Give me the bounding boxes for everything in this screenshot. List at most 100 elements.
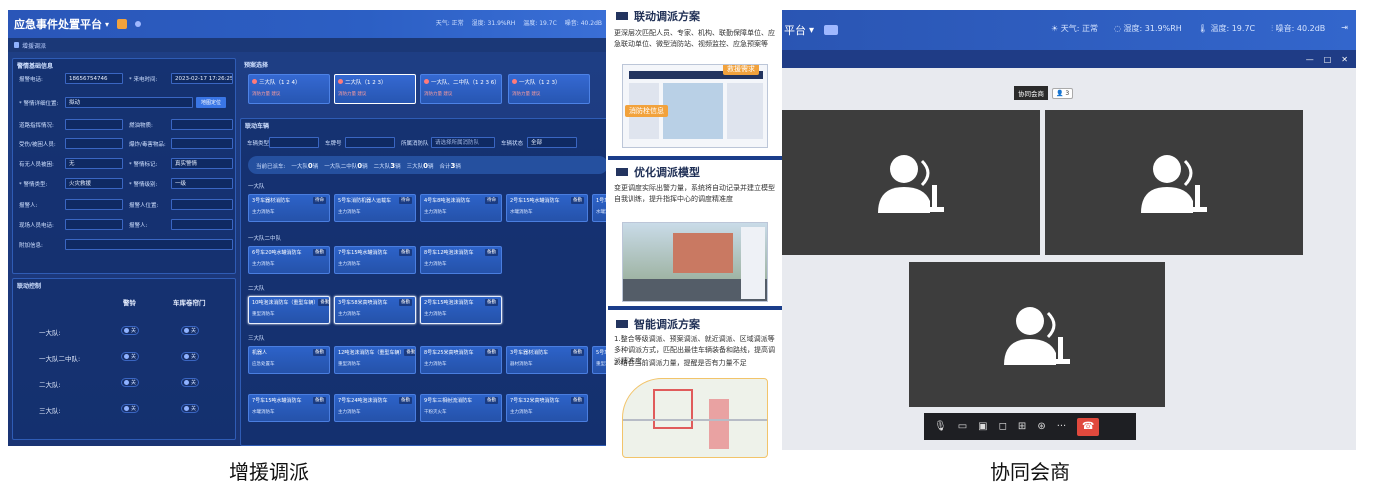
vehicle-card[interactable]: 9号车三相射流消防车 备勤 干粉灭火车	[420, 394, 502, 422]
toggle-label: 关	[131, 406, 137, 412]
vehicle-card[interactable]: 1号车5吨水水罐消防车	[592, 194, 606, 222]
team-label: 三大队	[248, 336, 265, 342]
status-select[interactable]: 全部	[527, 137, 577, 148]
vehicle-card[interactable]: 3号车器材消防车 待命 主力消防车	[248, 194, 330, 222]
plan-card[interactable]: 一大队（1 2 3） 消防力量 建议	[508, 74, 590, 104]
vehicle-card[interactable]: 2号车15吨水罐消防车 备勤 水罐消防车	[506, 194, 588, 222]
vehicle-card[interactable]: 3号车58米高喷消防车 备勤 主力消防车	[334, 296, 416, 324]
video-tile[interactable]	[1045, 110, 1303, 255]
vehicle-card[interactable]: 7号车15吨水罐消防车 备勤 水罐消防车	[248, 394, 330, 422]
plan-card[interactable]: 一大队、二中队（1 2 3 6） 消防力量 建议	[420, 74, 502, 104]
text-field[interactable]	[171, 199, 233, 210]
vehicle-name: 机器人	[252, 350, 268, 356]
vehicle-card[interactable]: 8号车25米高喷消防车 备勤 主力消防车	[420, 346, 502, 374]
vehicle-type: 主力消防车	[338, 210, 361, 215]
map-locate-button[interactable]: 地图定位	[196, 97, 227, 108]
shield-icon	[14, 42, 19, 48]
monitor-icon[interactable]	[824, 25, 839, 35]
maximize-button[interactable]: □	[1324, 55, 1332, 64]
alarm-toggle[interactable]: 关	[121, 378, 139, 387]
alarm-toggle[interactable]: 关	[121, 404, 139, 413]
plan-icon	[338, 79, 343, 84]
vehicle-card[interactable]: 8号车12吨泡沫消防车 备勤 主力消防车	[420, 246, 502, 274]
grid-layout-icon[interactable]: ⊞	[1018, 421, 1026, 432]
vehicle-type: 水罐消防车	[596, 210, 606, 215]
page-tab-reinforce[interactable]: 增援调派	[8, 38, 606, 52]
garage-door-toggle[interactable]: 关	[181, 326, 199, 335]
plan-card[interactable]: 三大队（1 2 4） 消防力量 建议	[248, 74, 330, 104]
video-tile[interactable]	[782, 110, 1040, 255]
vehicle-status-badge: 备勤	[571, 397, 584, 404]
vehicle-type: 主力消防车	[338, 262, 361, 267]
app-header: 应急事件处置平台 ▾ 天气: 正常 湿度: 31.9%RH 温度: 19.7C …	[8, 10, 606, 38]
team-label: 一大队	[248, 184, 265, 190]
chat-icon[interactable]: ◻	[999, 421, 1007, 432]
mic-muted-icon[interactable]: 🎙	[934, 421, 947, 432]
vehicle-card[interactable]: 5号车20吨重型消防车	[592, 346, 606, 374]
vehicle-card[interactable]: 机器人 备勤 应急处置车	[248, 346, 330, 374]
chevron-down-icon[interactable]: ▾	[105, 20, 109, 29]
hangup-button[interactable]: ☎	[1077, 417, 1100, 436]
vehicle-card-head: 7号车32米高喷消防车 备勤	[510, 397, 584, 404]
minimize-button[interactable]: —	[1306, 55, 1314, 64]
participants-icon[interactable]: ⊛	[1037, 421, 1045, 432]
feature-column: 联动调派方案 更深层次匹配人员、专家、机构、联勤保障单位、应急联动单位、微型消防…	[608, 0, 782, 460]
vehicle-card[interactable]: 7号车24吨泡沫消防车 备勤 主力消防车	[334, 394, 416, 422]
user-icon[interactable]	[135, 21, 142, 27]
toggle-label: 关	[131, 380, 137, 386]
incident-level-select[interactable]: 一级	[171, 178, 233, 189]
station-select[interactable]: 请选择所属消防队	[431, 137, 495, 148]
garage-door-toggle[interactable]: 关	[181, 378, 199, 387]
vehicle-card[interactable]: 10吨泡沫消防车（重型车辆） 备勤 重型消防车	[248, 296, 330, 324]
garage-door-toggle[interactable]: 关	[181, 352, 199, 361]
text-field[interactable]	[171, 119, 233, 130]
phone-field[interactable]: 18656754746	[65, 73, 123, 84]
garage-door-toggle[interactable]: 关	[181, 404, 199, 413]
text-field[interactable]	[171, 138, 233, 149]
vehicle-status-badge: 备勤	[313, 249, 326, 256]
linkage-row-label: 三大队:	[39, 407, 61, 415]
vehicle-card[interactable]: 6号车20吨水罐消防车 备勤 主力消防车	[248, 246, 330, 274]
vehicle-card[interactable]: 12吨泡沫消防车（重型车辆） 备勤 重型消防车	[334, 346, 416, 374]
vehicle-card[interactable]: 2号车15吨泡沫消防车 备勤 主力消防车	[420, 296, 502, 324]
incident-mark-select[interactable]: 真实警情	[171, 158, 233, 169]
vehicle-type: 主力消防车	[424, 262, 447, 267]
screen-share-icon[interactable]: ▣	[978, 421, 987, 432]
alarm-toggle[interactable]: 关	[121, 352, 139, 361]
address-field[interactable]: 拟动	[65, 97, 193, 108]
alarm-toggle[interactable]: 关	[121, 326, 139, 335]
plan-card[interactable]: 二大队（1 2 3） 消防力量 建议	[334, 74, 416, 104]
plate-input[interactable]	[345, 137, 395, 148]
text-field[interactable]	[171, 219, 233, 230]
video-tile[interactable]	[909, 262, 1165, 407]
vehicle-card[interactable]: 4号车8吨泡沫消防车 待命 主力消防车	[420, 194, 502, 222]
participant-count[interactable]: 👤 3	[1052, 87, 1074, 99]
text-field[interactable]	[65, 138, 123, 149]
more-icon[interactable]: ···	[1057, 421, 1067, 432]
temperature-status: 🌡 温度: 19.7C	[1197, 24, 1256, 33]
text-field[interactable]	[65, 199, 123, 210]
vehicle-card[interactable]: 3号车器材消防车 备勤 器材消防车	[506, 346, 588, 374]
vehicle-status-badge: 备勤	[399, 299, 412, 306]
incident-type-select[interactable]: 火灾救援	[65, 178, 123, 189]
text-field[interactable]	[65, 119, 123, 130]
time-field[interactable]: 2023-02-17 17:26:25	[171, 73, 233, 84]
vehicle-card[interactable]: 5号车消防机器人运载车 待命 主力消防车	[334, 194, 416, 222]
extra-info-field[interactable]	[65, 239, 233, 250]
chevron-down-icon[interactable]: ▾	[809, 25, 814, 36]
vehicle-card-head: 2号车15吨水罐消防车 备勤	[510, 197, 584, 204]
notice-icon[interactable]	[117, 19, 128, 29]
time-label: * 来电时间:	[129, 76, 158, 83]
vehicle-name: 2号车15吨水罐消防车	[510, 198, 560, 204]
vehicle-card[interactable]: 7号车32米高喷消防车 备勤 主力消防车	[506, 394, 588, 422]
vehicle-name: 3号车器材消防车	[252, 198, 291, 204]
close-button[interactable]: ✕	[1341, 55, 1348, 64]
text-field[interactable]	[65, 219, 123, 230]
exit-icon[interactable]: ⇥	[1341, 23, 1348, 34]
vehicle-card[interactable]: 7号车15吨水罐消防车 备勤 主力消防车	[334, 246, 416, 274]
trapped-select[interactable]: 无	[65, 158, 123, 169]
vehicle-type-input[interactable]	[269, 137, 319, 148]
vehicle-card-head: 10吨泡沫消防车（重型车辆） 备勤	[252, 299, 329, 306]
camera-icon[interactable]: ▭	[958, 421, 967, 432]
vehicle-name: 8号车12吨泡沫消防车	[424, 250, 474, 256]
